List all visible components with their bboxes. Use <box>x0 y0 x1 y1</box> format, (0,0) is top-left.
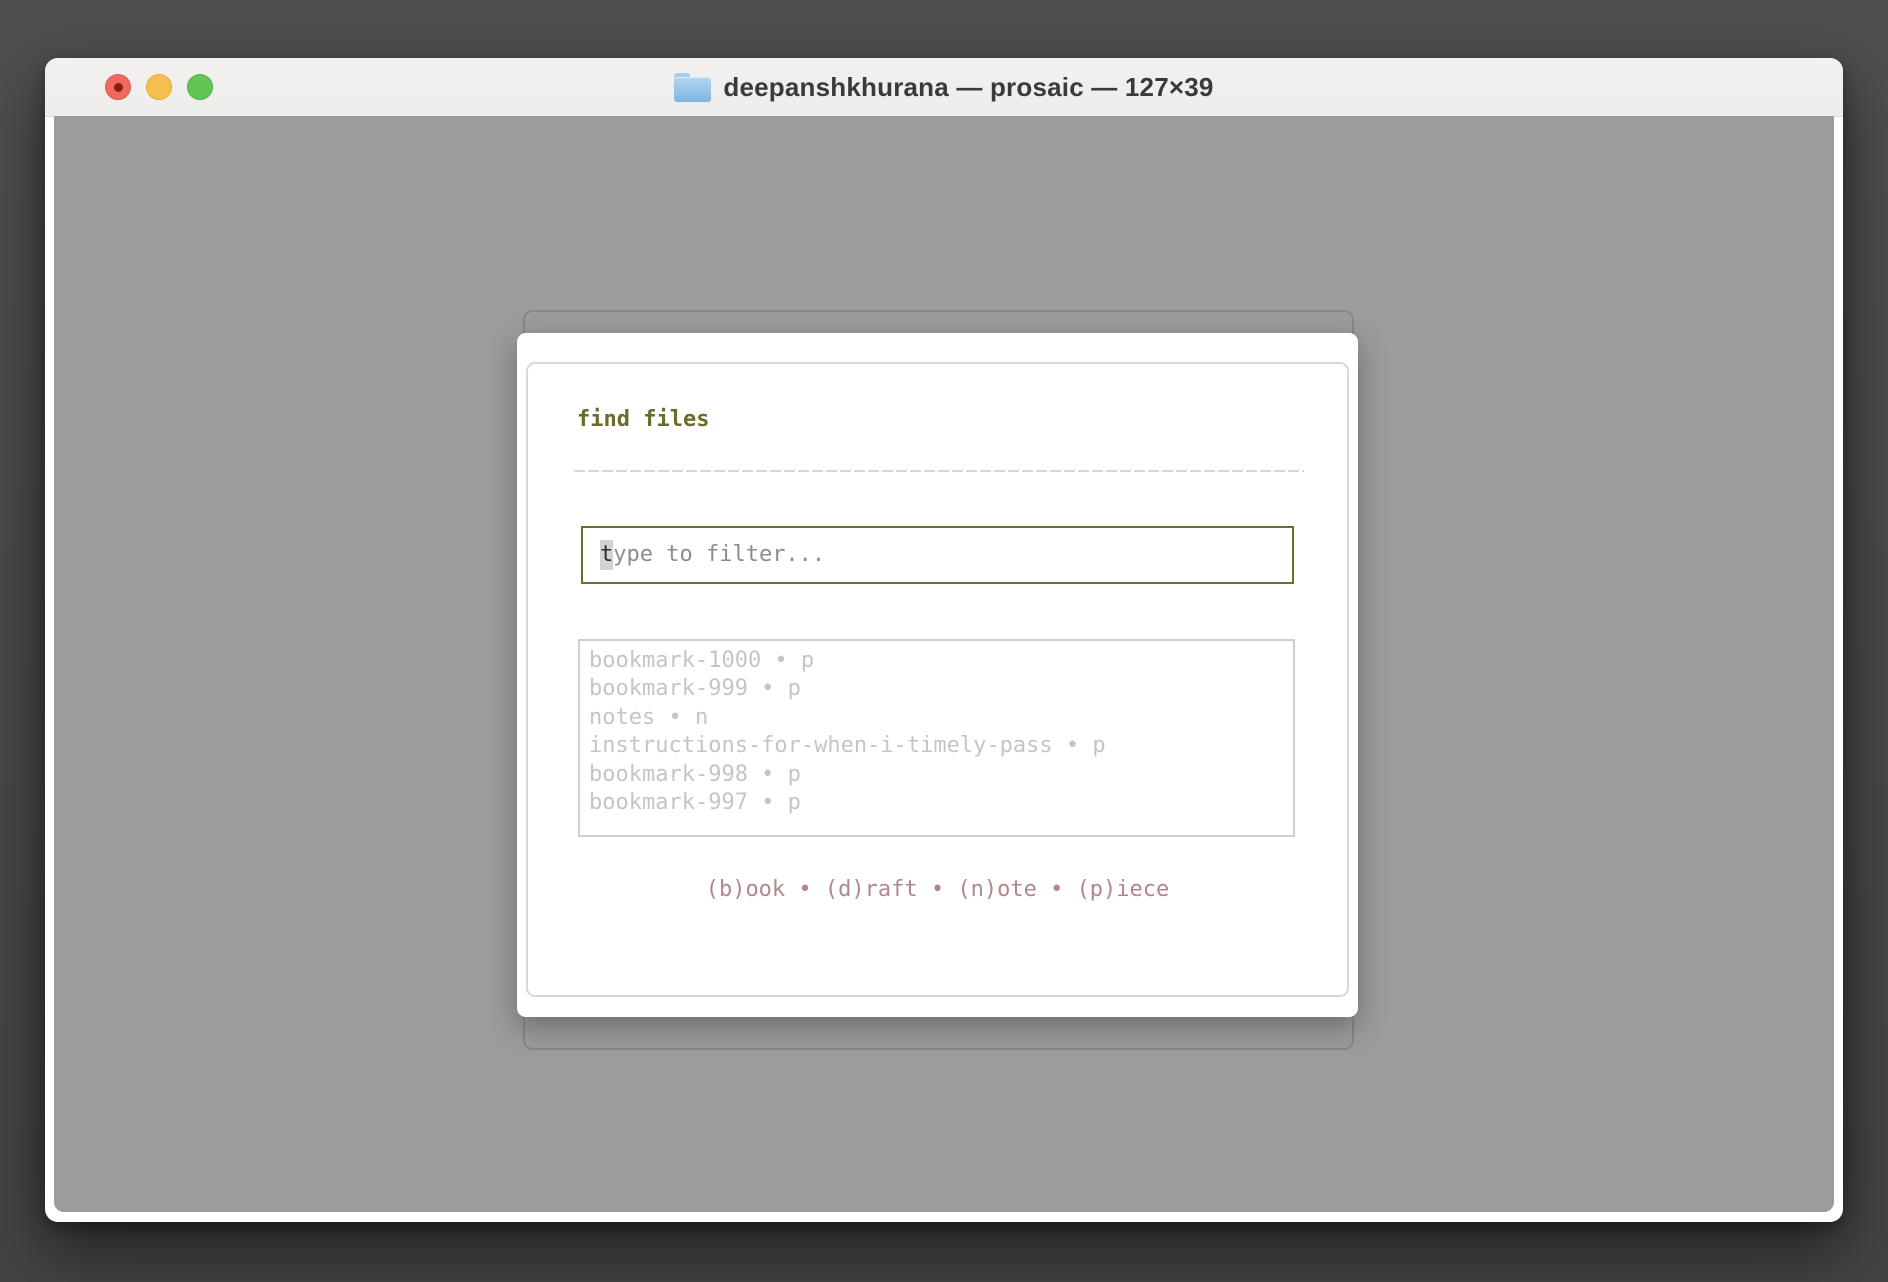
zoom-button[interactable] <box>187 74 213 100</box>
shortcuts-hint: (b)ook • (d)raft • (n)ote • (p)iece <box>517 876 1358 904</box>
find-files-modal: find files type to filter... bookmark-10… <box>517 333 1358 1017</box>
result-row[interactable]: bookmark-997 • p <box>589 789 1285 817</box>
terminal-window: deepanshkhurana — prosaic — 127×39 find … <box>45 58 1843 1222</box>
text-cursor: t <box>600 540 613 570</box>
separator-line <box>574 470 1304 472</box>
desktop-background: deepanshkhurana — prosaic — 127×39 find … <box>0 0 1888 1282</box>
result-row[interactable]: bookmark-998 • p <box>589 761 1285 789</box>
result-row[interactable]: notes • n <box>589 704 1285 732</box>
title-bar[interactable]: deepanshkhurana — prosaic — 127×39 <box>45 58 1843 117</box>
result-row[interactable]: instructions-for-when-i-timely-pass • p <box>589 732 1285 760</box>
modal-title: find files <box>577 405 709 435</box>
window-controls <box>106 58 212 116</box>
window-title: deepanshkhurana — prosaic — 127×39 <box>723 72 1213 103</box>
close-button[interactable] <box>105 74 131 100</box>
filter-input[interactable]: type to filter... <box>581 526 1294 584</box>
title-group: deepanshkhurana — prosaic — 127×39 <box>674 72 1213 103</box>
unsaved-changes-dot <box>114 83 123 92</box>
result-row[interactable]: bookmark-999 • p <box>589 675 1285 703</box>
folder-icon <box>674 73 711 102</box>
results-list: bookmark-1000 • p bookmark-999 • p notes… <box>578 639 1295 837</box>
filter-placeholder: ype to filter... <box>613 540 825 570</box>
folder-icon-body <box>674 77 711 102</box>
minimize-button[interactable] <box>146 74 172 100</box>
terminal-screen: find files type to filter... bookmark-10… <box>54 116 1834 1212</box>
result-row[interactable]: bookmark-1000 • p <box>589 647 1285 675</box>
